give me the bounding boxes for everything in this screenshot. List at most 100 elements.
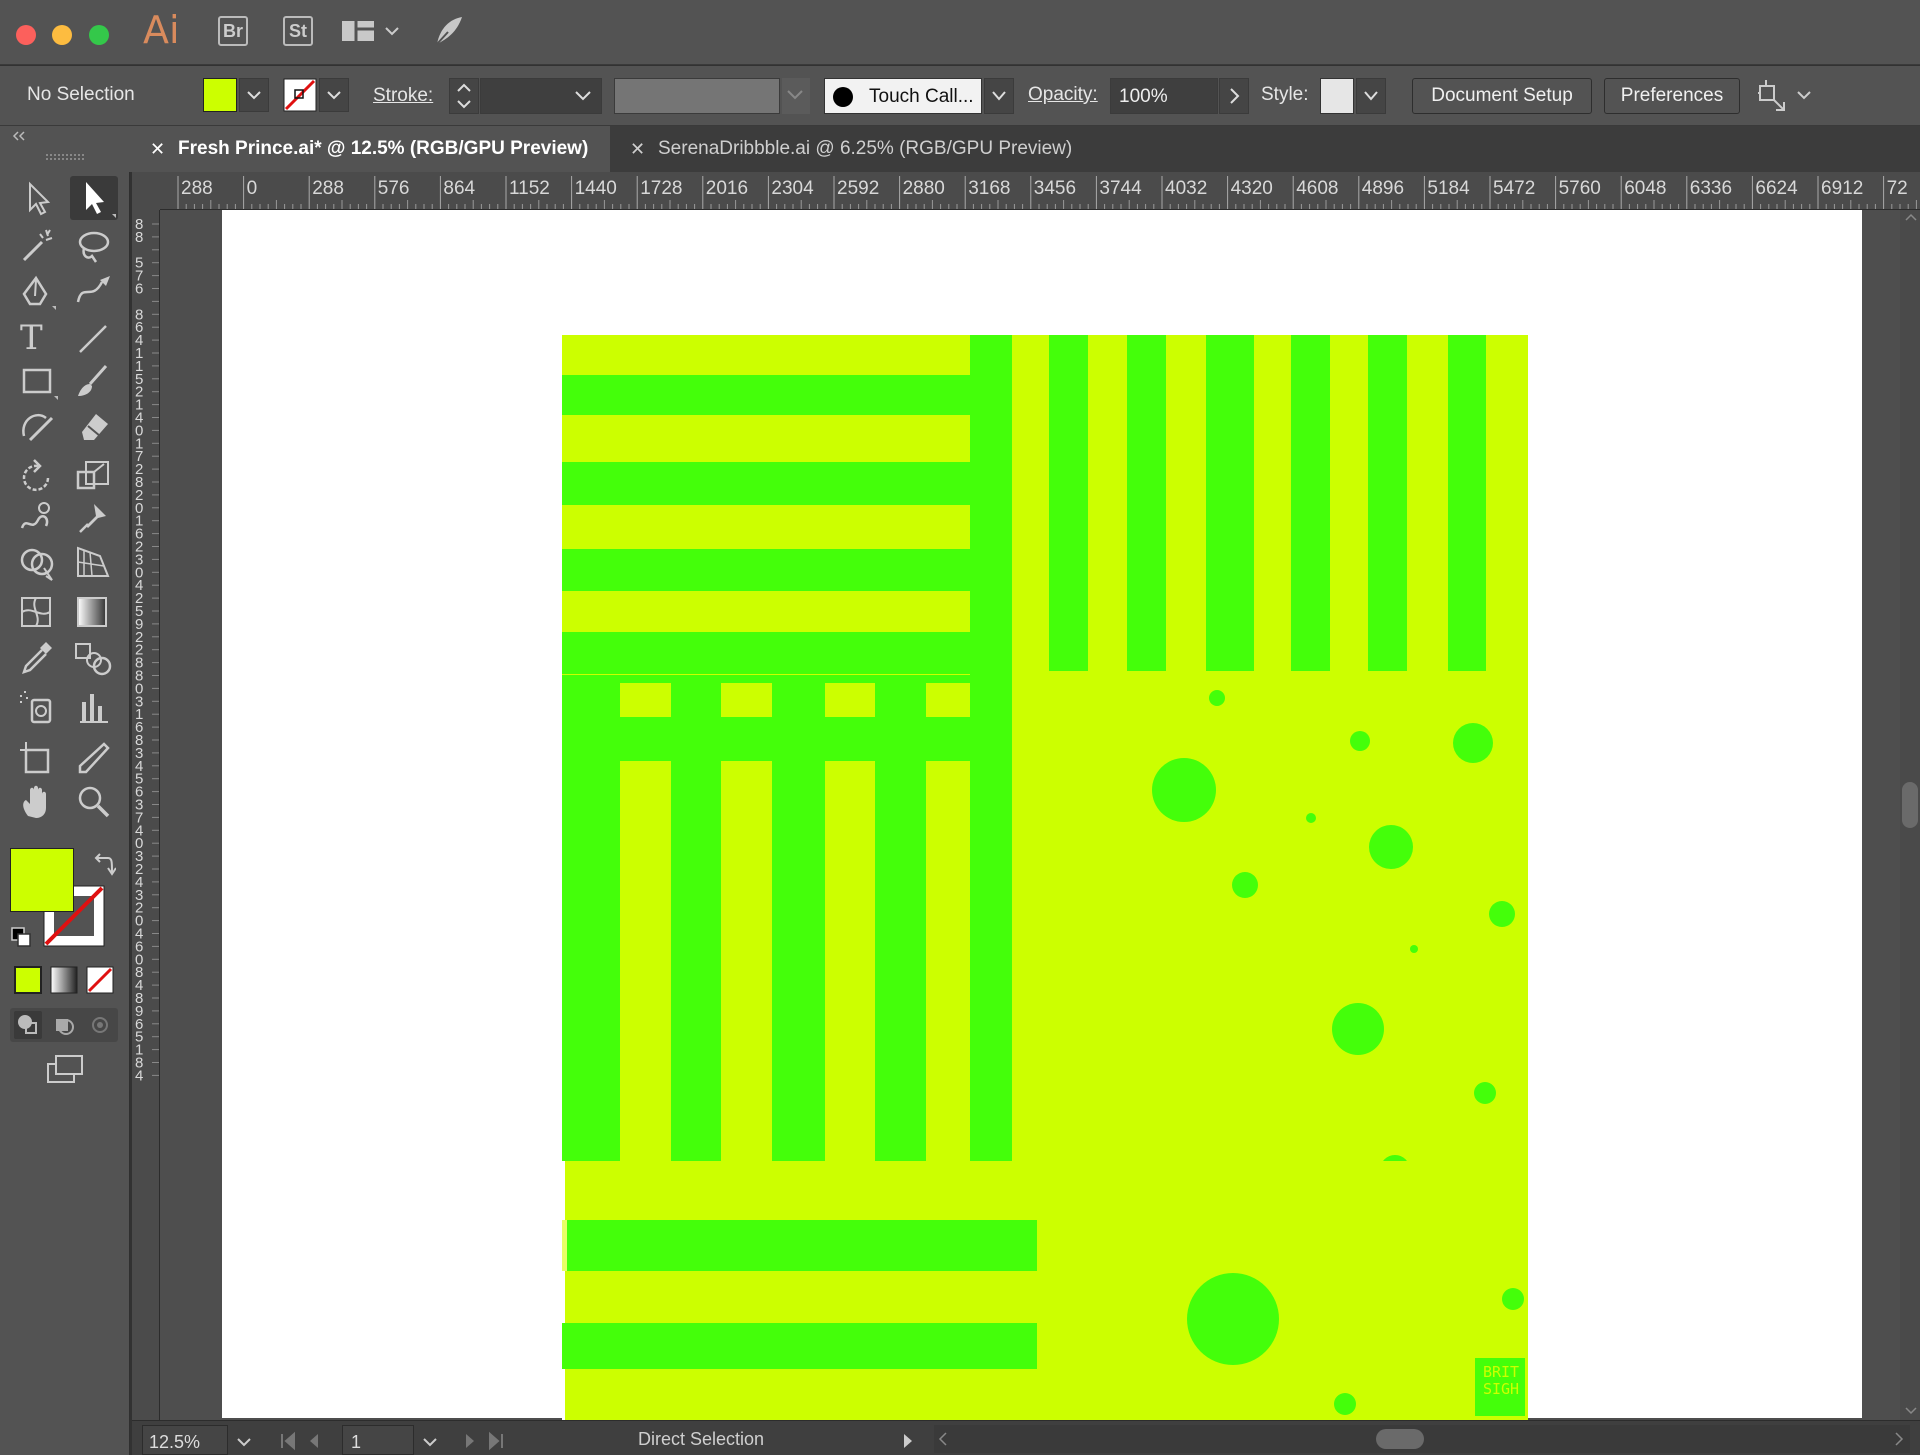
artboard-tool-icon[interactable] [16, 738, 60, 778]
brush-definition[interactable]: Touch Call... [824, 78, 982, 114]
rectangle-tool-icon[interactable] [16, 362, 60, 402]
graphic-style-dropdown[interactable] [1356, 78, 1386, 114]
scroll-right-icon[interactable] [1892, 1431, 1906, 1447]
gradient-tool-icon[interactable] [72, 592, 116, 632]
stroke-dropdown[interactable] [319, 78, 349, 112]
draw-inside-icon[interactable] [86, 1011, 114, 1039]
opacity-value: 100% [1119, 86, 1168, 107]
draw-normal-button[interactable] [14, 1011, 42, 1039]
draw-behind-icon[interactable] [50, 1011, 78, 1039]
ruler-label: 2304 [771, 178, 814, 199]
minimize-window-button[interactable] [52, 25, 72, 45]
tab-serena-dribbble[interactable]: ✕ SerenaDribbble.ai @ 6.25% (RGB/GPU Pre… [612, 126, 1102, 172]
stroke-none-swatch[interactable] [283, 78, 317, 112]
fill-color-box[interactable] [10, 848, 74, 912]
close-tab-icon[interactable]: ✕ [630, 126, 645, 172]
ruler-label: 8 [135, 229, 143, 246]
ruler-label: 5472 [1493, 178, 1535, 199]
preferences-button[interactable]: Preferences [1604, 78, 1740, 114]
opacity-input[interactable]: 100% [1110, 78, 1218, 114]
curvature-tool-icon[interactable] [72, 272, 116, 312]
fill-dropdown[interactable] [239, 78, 269, 112]
scroll-left-icon[interactable] [936, 1431, 950, 1447]
vertical-ruler[interactable]: 8857686411521401728201623042592288031683… [132, 210, 160, 1420]
horizontal-scroll-thumb[interactable] [1376, 1429, 1424, 1449]
scroll-up-icon[interactable] [1904, 212, 1918, 222]
horizontal-ruler[interactable]: 288 0 288 576 864 1152 1440 1728 2016 2304 2592 288… [160, 172, 1920, 210]
puppet-warp-tool-icon[interactable] [72, 498, 116, 538]
perspective-grid-tool-icon[interactable] [72, 542, 116, 582]
column-graph-tool-icon[interactable] [72, 688, 116, 728]
ruler-origin[interactable] [132, 172, 160, 210]
variable-width-profile[interactable] [614, 78, 780, 114]
magic-wand-tool-icon[interactable] [16, 226, 60, 266]
warp-tool-icon[interactable] [16, 498, 60, 538]
variable-width-dropdown[interactable] [782, 78, 810, 114]
document-canvas[interactable] [160, 210, 1900, 1420]
opacity-expand-button[interactable] [1219, 78, 1249, 114]
document-setup-button[interactable]: Document Setup [1412, 78, 1592, 114]
pen-tool-icon[interactable] [16, 272, 60, 312]
eraser-tool-icon[interactable] [72, 406, 116, 446]
zoom-level-field[interactable]: 12.5% [142, 1425, 228, 1455]
stock-button[interactable]: St [283, 16, 313, 46]
gpu-performance-icon[interactable] [432, 14, 466, 48]
color-mode-button[interactable] [14, 966, 42, 994]
type-tool-icon[interactable]: T [20, 318, 64, 358]
opacity-label[interactable]: Opacity: [1028, 84, 1098, 106]
zoom-tool-icon[interactable] [72, 782, 116, 822]
shape-builder-tool-icon[interactable] [16, 542, 60, 582]
current-tool-status[interactable]: Direct Selection [638, 1429, 764, 1450]
swap-fill-stroke-icon[interactable] [92, 852, 116, 876]
bridge-button[interactable]: Br [218, 16, 248, 46]
hand-tool-icon[interactable] [16, 782, 60, 822]
rotate-tool-icon[interactable] [16, 456, 60, 496]
line-segment-tool-icon[interactable] [72, 318, 116, 358]
draw-normal-icon [18, 1015, 37, 1034]
panel-grip-icon[interactable] [46, 154, 84, 160]
artboard[interactable] [222, 210, 1862, 1418]
arrange-documents-icon[interactable] [1756, 78, 1818, 114]
lasso-tool-icon[interactable] [72, 226, 116, 266]
stroke-label[interactable]: Stroke: [373, 85, 433, 107]
graphic-style-swatch[interactable] [1320, 78, 1354, 114]
gradient-mode-icon[interactable] [50, 966, 78, 994]
artwork[interactable] [222, 210, 1862, 1418]
close-tab-icon[interactable]: ✕ [150, 126, 165, 172]
close-window-button[interactable] [16, 25, 36, 45]
brush-dropdown[interactable] [984, 78, 1014, 114]
horizontal-scrollbar[interactable] [934, 1425, 1910, 1453]
artboard-first-prev-icons[interactable] [278, 1429, 338, 1453]
blend-tool-icon[interactable] [72, 638, 116, 678]
collapse-panel-icon[interactable] [10, 130, 30, 142]
stroke-weight-input[interactable] [480, 78, 602, 114]
tab-label: SerenaDribbble.ai @ 6.25% (RGB/GPU Previ… [658, 138, 1073, 159]
artboard-next-last-icons[interactable] [458, 1429, 518, 1453]
scale-tool-icon[interactable] [72, 456, 116, 496]
vertical-scroll-thumb[interactable] [1902, 782, 1918, 828]
paintbrush-tool-icon[interactable] [72, 362, 116, 402]
none-mode-icon[interactable] [86, 966, 114, 994]
screen-mode-icon[interactable] [44, 1052, 88, 1088]
shaper-tool-icon[interactable] [16, 406, 60, 446]
eyedropper-tool-icon[interactable] [16, 638, 60, 678]
selection-tool-icon[interactable] [16, 178, 60, 218]
artboard-dropdown-icon[interactable] [418, 1429, 442, 1453]
illustrator-logo: Ai [143, 8, 180, 52]
slice-tool-icon[interactable] [72, 738, 116, 778]
stroke-weight-stepper[interactable] [449, 78, 479, 114]
default-fill-stroke-icon[interactable] [10, 926, 34, 950]
direct-selection-tool[interactable] [70, 176, 118, 220]
status-menu-icon[interactable] [898, 1429, 918, 1453]
artboard-number-field[interactable]: 1 [342, 1425, 414, 1455]
fill-swatch[interactable] [203, 78, 237, 112]
workspace-layout-icon[interactable] [342, 18, 402, 46]
ruler-label: 6624 [1755, 178, 1798, 199]
symbol-sprayer-tool-icon[interactable] [16, 688, 60, 728]
vertical-scrollbar[interactable] [1900, 210, 1920, 1420]
scroll-down-icon[interactable] [1904, 1406, 1918, 1416]
zoom-dropdown-icon[interactable] [232, 1429, 256, 1453]
mesh-tool-icon[interactable] [16, 592, 60, 632]
tab-fresh-prince[interactable]: ✕ Fresh Prince.ai* @ 12.5% (RGB/GPU Prev… [132, 126, 610, 172]
zoom-window-button[interactable] [89, 25, 109, 45]
